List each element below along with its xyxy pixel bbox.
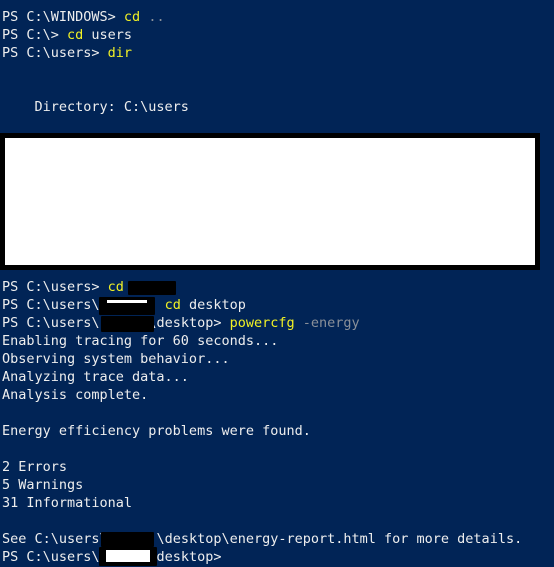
output-line-tracing: Enabling tracing for 60 seconds... <box>2 333 279 349</box>
prompt-text-post: \desktop> <box>148 315 230 331</box>
redaction-highlight <box>107 300 147 303</box>
console-line-1: PS C:\WINDOWS> cd .. <box>0 8 165 26</box>
command-args: users <box>83 27 133 43</box>
output-line-informational: 31 Informational <box>2 495 133 511</box>
redacted-username <box>128 281 176 295</box>
console-line-5: PS C:\users> cd <box>0 278 124 296</box>
redaction-highlight <box>106 550 150 562</box>
output-line-problems-found: Energy efficiency problems were found. <box>2 423 311 439</box>
report-path-prefix: See C:\users\ <box>2 531 108 547</box>
command-token: cd <box>107 279 124 295</box>
redacted-username <box>101 316 154 332</box>
redacted-directory-listing <box>0 133 540 270</box>
prompt-text: PS C:\WINDOWS> <box>2 9 124 25</box>
command-token: dir <box>107 45 133 61</box>
prompt-text: PS C:\users\ <box>2 315 100 331</box>
command-args: .. <box>140 9 165 25</box>
output-line-analyzing: Analyzing trace data... <box>2 369 189 385</box>
output-line-errors: 2 Errors <box>2 459 68 475</box>
powershell-console[interactable]: PS C:\WINDOWS> cd .. PS C:\> cd users PS… <box>0 0 554 567</box>
command-args: desktop <box>180 297 246 313</box>
prompt-text: PS C:\users\ <box>2 549 100 565</box>
console-line-2: PS C:\> cd users <box>0 26 132 44</box>
output-line-complete: Analysis complete. <box>2 387 149 403</box>
command-token: cd <box>123 9 141 25</box>
report-path-suffix: \desktop\energy-report.html for more det… <box>156 531 523 547</box>
output-line-report-path: See C:\users\xxxxxx\desktop\energy-repor… <box>0 530 522 548</box>
prompt-text-post: \desktop> <box>148 549 222 565</box>
output-line-warnings: 5 Warnings <box>2 477 84 493</box>
output-line-observing: Observing system behavior... <box>2 351 230 367</box>
directory-header: Directory: C:\users <box>2 99 189 115</box>
prompt-text: PS C:\users\ <box>2 297 100 313</box>
command-parameter: -energy <box>294 315 360 331</box>
prompt-text: PS C:\> <box>2 27 68 43</box>
prompt-text: PS C:\users> <box>2 279 108 295</box>
redacted-username <box>101 532 154 547</box>
command-token: powercfg <box>229 315 295 331</box>
command-token: cd <box>67 27 84 43</box>
prompt-text: PS C:\users> <box>2 45 108 61</box>
command-token: cd <box>164 297 181 313</box>
console-line-7: PS C:\users\xxxxxx\desktop> powercfg -en… <box>0 314 360 332</box>
console-line-3: PS C:\users> dir <box>0 44 132 62</box>
